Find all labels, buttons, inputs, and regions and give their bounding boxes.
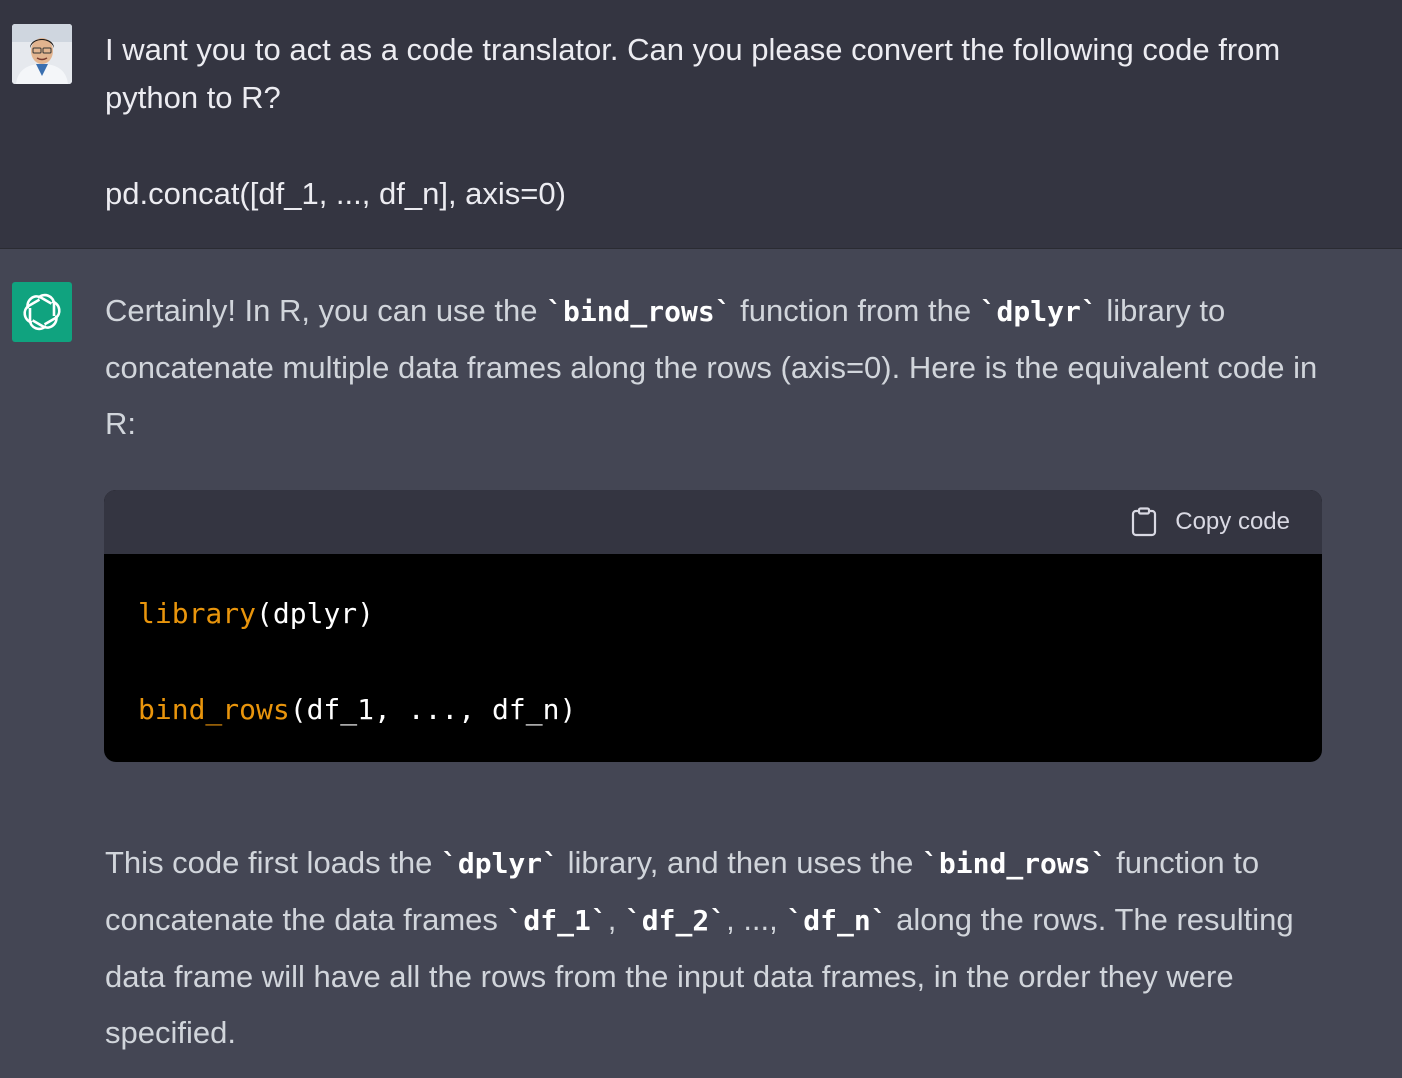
text-span: library, and then uses the	[559, 845, 923, 880]
text-span: ,	[607, 902, 625, 937]
code-content: library(dplyr) bind_rows(df_1, ..., df_n…	[104, 554, 1322, 734]
code-line: bind_rows(df_1, ..., df_n)	[138, 686, 1288, 734]
inline-code: `df_n`	[786, 904, 888, 937]
code-args: (df_1, ..., df_n)	[289, 693, 577, 726]
assistant-message: Certainly! In R, you can use the `bind_r…	[0, 249, 1402, 1078]
user-message: I want you to act as a code translator. …	[0, 0, 1402, 249]
assistant-paragraph-1: Certainly! In R, you can use the `bind_r…	[105, 283, 1345, 452]
text-span: function from the	[731, 293, 980, 328]
user-code-text: pd.concat([df_1, ..., df_n], axis=0)	[105, 176, 566, 211]
assistant-paragraph-2: This code first loads the `dplyr` librar…	[105, 835, 1345, 1061]
inline-code: `bind_rows`	[546, 295, 732, 328]
user-message-text: I want you to act as a code translator. …	[105, 26, 1375, 218]
code-block: Copy code library(dplyr) bind_rows(df_1,…	[104, 490, 1322, 762]
openai-logo-icon	[23, 293, 61, 331]
inline-code: `df_1`	[506, 904, 608, 937]
text-span: Certainly! In R, you can use the	[105, 293, 547, 328]
code-function: library	[138, 597, 257, 630]
copy-code-label: Copy code	[1175, 508, 1290, 535]
text-span: This code first loads the	[105, 845, 441, 880]
text-span: , ...,	[726, 902, 787, 937]
code-function: bind_rows	[138, 693, 290, 726]
user-photo-icon	[12, 24, 72, 84]
inline-code: `df_2`	[624, 904, 727, 937]
copy-code-button[interactable]: Copy code	[1131, 507, 1290, 537]
inline-code: `bind_rows`	[922, 847, 1108, 880]
assistant-avatar	[12, 282, 72, 342]
code-line: library(dplyr)	[138, 590, 1288, 638]
user-avatar	[12, 24, 72, 84]
clipboard-icon	[1132, 507, 1157, 537]
inline-code: `dplyr`	[979, 295, 1098, 328]
inline-code: `dplyr`	[441, 847, 560, 880]
code-args: (dplyr)	[256, 597, 375, 630]
user-prompt-text: I want you to act as a code translator. …	[105, 32, 1281, 115]
code-block-header: Copy code	[104, 490, 1322, 554]
